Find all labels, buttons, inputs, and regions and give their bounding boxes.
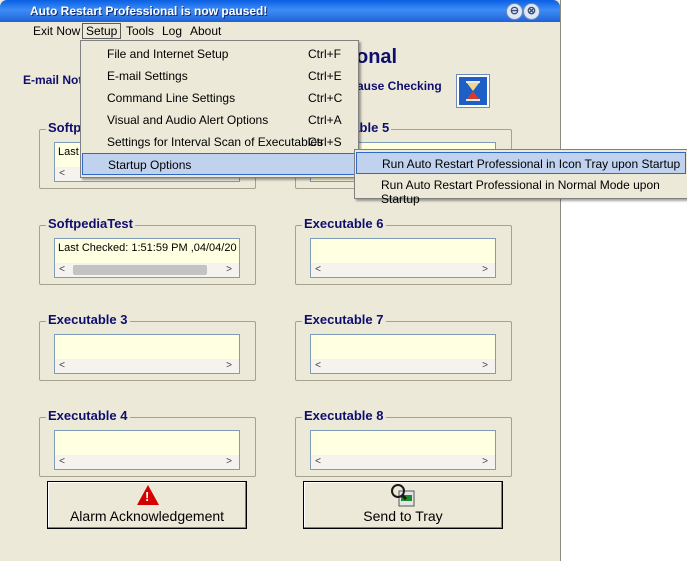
- horizontal-scrollbar[interactable]: < >: [311, 359, 495, 373]
- horizontal-scrollbar[interactable]: < >: [311, 455, 495, 469]
- executable-group-2: SoftpediaTest Last Checked: 1:51:59 PM ,…: [39, 216, 256, 285]
- alarm-acknowledgement-button[interactable]: ! Alarm Acknowledgement: [47, 481, 247, 529]
- menu-log[interactable]: Log: [160, 24, 184, 38]
- exe-magnifier-icon: [391, 484, 415, 507]
- horizontal-scrollbar[interactable]: < >: [55, 455, 239, 469]
- menu-tools[interactable]: Tools: [124, 24, 156, 38]
- group-label: Softp: [46, 120, 84, 135]
- menu-interval-scan-settings[interactable]: Settings for Interval Scan of Executable…: [82, 131, 357, 153]
- menu-run-in-normal-mode[interactable]: Run Auto Restart Professional in Normal …: [356, 174, 686, 206]
- close-icon[interactable]: ⊗: [523, 3, 540, 20]
- menu-command-line-settings[interactable]: Command Line Settings Ctrl+C: [82, 87, 357, 109]
- scroll-left-icon[interactable]: <: [311, 359, 325, 373]
- scroll-right-icon[interactable]: >: [222, 359, 236, 373]
- scroll-thumb[interactable]: [73, 265, 207, 275]
- horizontal-scrollbar[interactable]: < >: [55, 263, 239, 277]
- startup-options-submenu: Run Auto Restart Professional in Icon Tr…: [354, 149, 687, 206]
- setup-dropdown-menu: File and Internet Setup Ctrl+F E-mail Se…: [80, 40, 359, 178]
- executable-group-4: Executable 4 < >: [39, 408, 256, 477]
- executable-4-status[interactable]: < >: [54, 430, 240, 470]
- send-to-tray-button[interactable]: Send to Tray: [303, 481, 503, 529]
- menu-startup-options[interactable]: Startup Options: [82, 153, 357, 175]
- alarm-button-label: Alarm Acknowledgement: [69, 508, 225, 524]
- horizontal-scrollbar[interactable]: < >: [55, 359, 239, 373]
- scroll-right-icon[interactable]: >: [478, 455, 492, 469]
- minimize-icon[interactable]: ⊖: [506, 3, 523, 20]
- hourglass-icon[interactable]: [456, 74, 490, 108]
- menu-setup[interactable]: Setup: [82, 23, 122, 39]
- menu-file-internet-setup[interactable]: File and Internet Setup Ctrl+F: [82, 43, 357, 65]
- scroll-left-icon[interactable]: <: [55, 167, 69, 181]
- menu-exit-now[interactable]: Exit Now: [31, 24, 82, 38]
- group-label: Executable 4: [46, 408, 130, 423]
- executable-8-status[interactable]: < >: [310, 430, 496, 470]
- executable-2-status[interactable]: Last Checked: 1:51:59 PM ,04/04/20 < >: [54, 238, 240, 278]
- group-label: Executable 7: [302, 312, 386, 327]
- scroll-right-icon[interactable]: >: [222, 263, 236, 277]
- group-label: SoftpediaTest: [46, 216, 135, 231]
- scroll-right-icon[interactable]: >: [478, 263, 492, 277]
- scroll-right-icon[interactable]: >: [478, 359, 492, 373]
- scroll-left-icon[interactable]: <: [55, 359, 69, 373]
- executable-group-6: Executable 6 < >: [295, 216, 512, 285]
- scroll-right-icon[interactable]: >: [222, 455, 236, 469]
- scroll-left-icon[interactable]: <: [311, 455, 325, 469]
- menu-about[interactable]: About: [188, 24, 223, 38]
- title-bar[interactable]: Auto Restart Professional is now paused!…: [0, 0, 560, 22]
- menu-email-settings[interactable]: E-mail Settings Ctrl+E: [82, 65, 357, 87]
- group-label: Executable 8: [302, 408, 386, 423]
- menu-visual-audio-alert-options[interactable]: Visual and Audio Alert Options Ctrl+A: [82, 109, 357, 131]
- executable-6-status[interactable]: < >: [310, 238, 496, 278]
- executable-group-8: Executable 8 < >: [295, 408, 512, 477]
- menu-bar: Exit Now Setup Tools Log About: [0, 22, 560, 40]
- executable-group-7: Executable 7 < >: [295, 312, 512, 381]
- group-label: Executable 3: [46, 312, 130, 327]
- horizontal-scrollbar[interactable]: < >: [311, 263, 495, 277]
- status-text: Last Checked: 1:51:59 PM ,04/04/20: [58, 242, 237, 254]
- window-title: Auto Restart Professional is now paused!: [30, 4, 268, 18]
- scroll-left-icon[interactable]: <: [55, 263, 69, 277]
- scroll-left-icon[interactable]: <: [55, 455, 69, 469]
- executable-group-3: Executable 3 < >: [39, 312, 256, 381]
- scroll-left-icon[interactable]: <: [311, 263, 325, 277]
- group-label: Executable 6: [302, 216, 386, 231]
- executable-3-status[interactable]: < >: [54, 334, 240, 374]
- executable-7-status[interactable]: < >: [310, 334, 496, 374]
- email-notify-label: E-mail Not: [23, 73, 83, 87]
- app-title: onal: [356, 46, 398, 68]
- tray-button-label: Send to Tray: [363, 508, 443, 524]
- pause-checking-label: ause Checking: [357, 79, 442, 93]
- menu-run-in-icon-tray[interactable]: Run Auto Restart Professional in Icon Tr…: [356, 152, 686, 174]
